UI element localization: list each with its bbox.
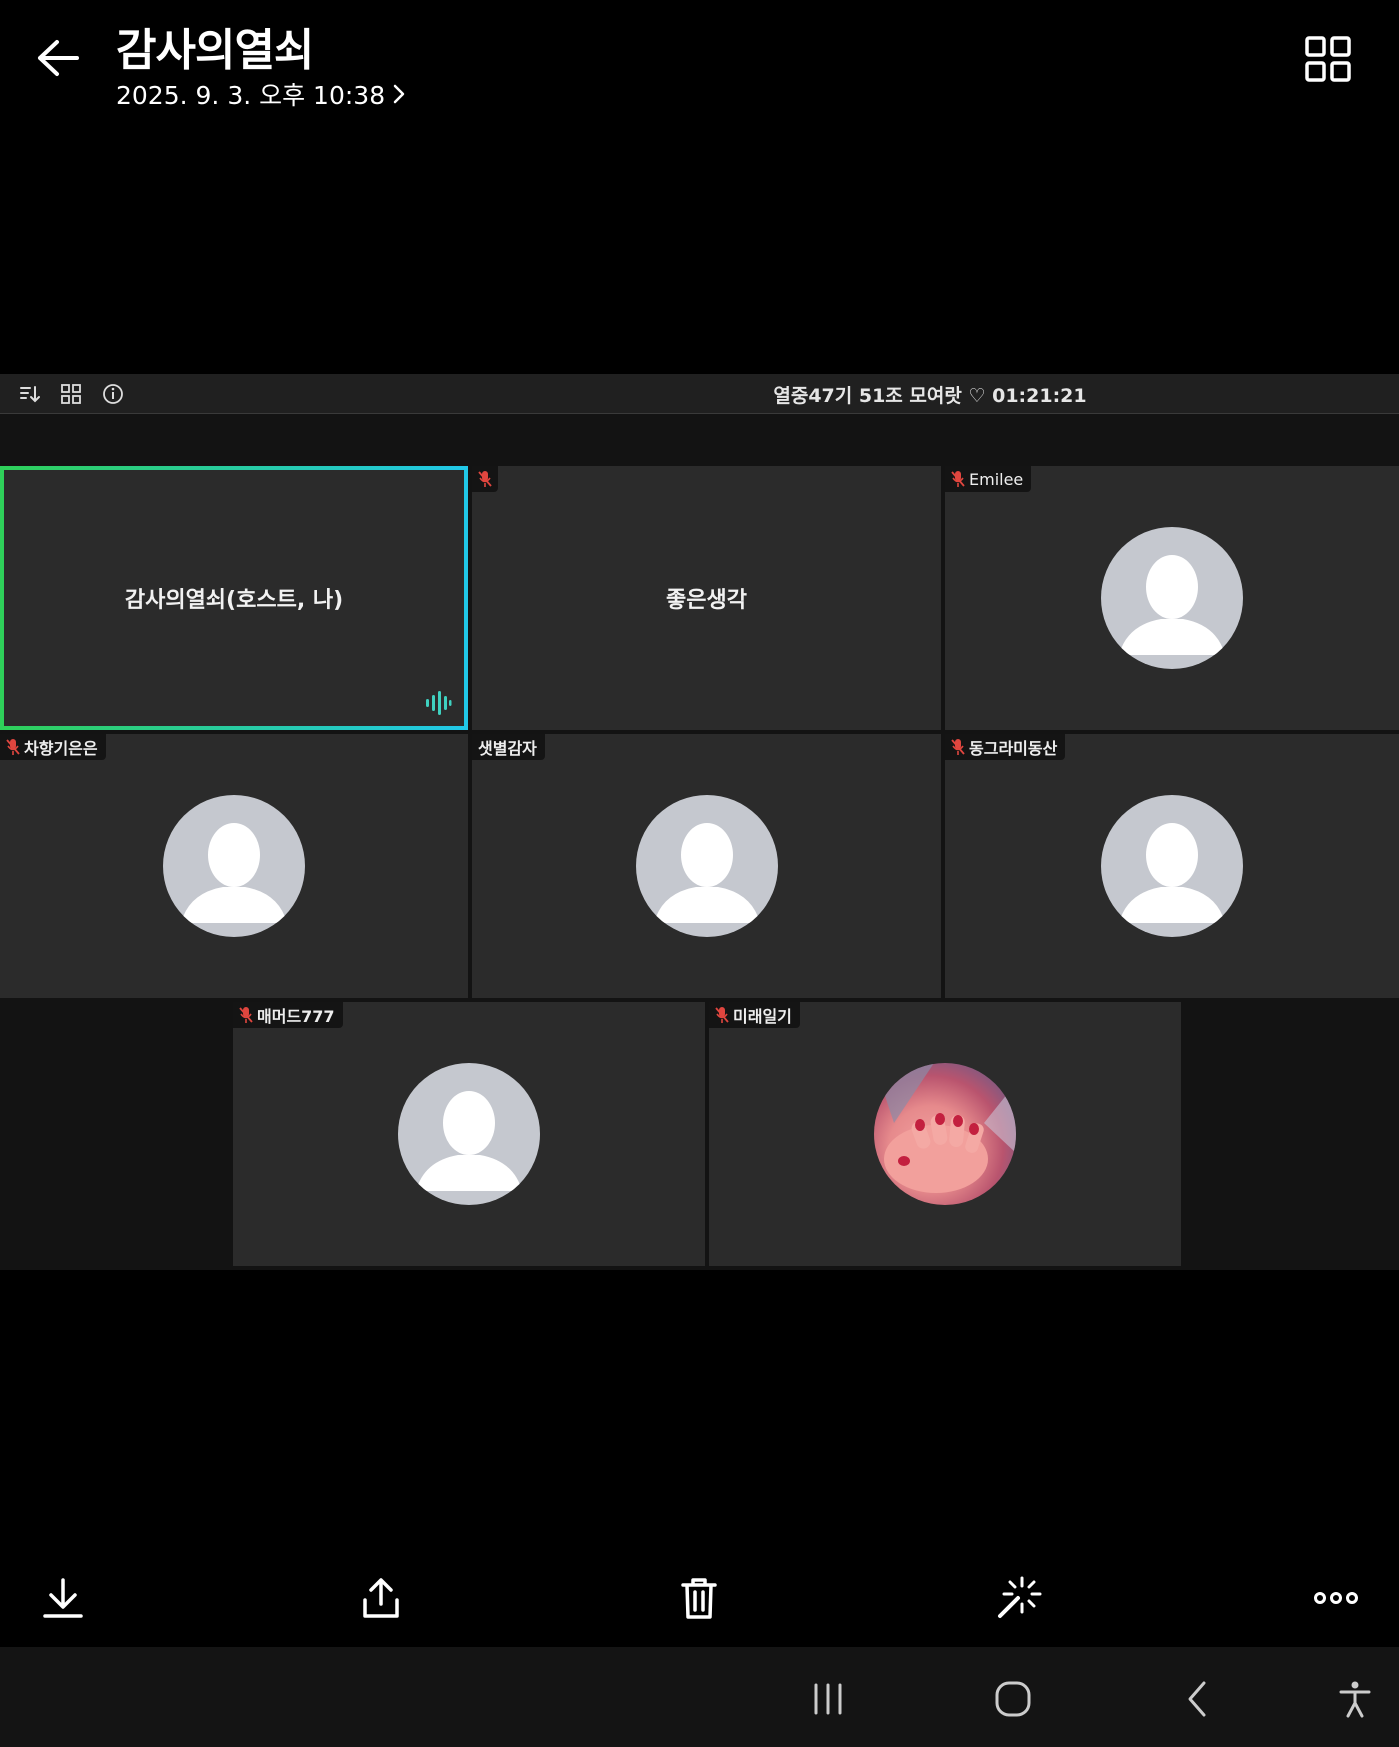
photo-action-bar bbox=[0, 1558, 1399, 1638]
trash-icon bbox=[681, 1578, 717, 1619]
back-button[interactable] bbox=[30, 30, 86, 86]
home-button[interactable] bbox=[985, 1671, 1041, 1727]
avatar bbox=[398, 1063, 540, 1205]
participant-name: 좋은생각 bbox=[666, 588, 747, 613]
page-title: 감사의열쇠 bbox=[116, 25, 314, 76]
download-icon bbox=[43, 1578, 83, 1618]
audio-level-icon bbox=[426, 691, 452, 715]
accessibility-icon bbox=[1339, 1681, 1371, 1718]
delete-button[interactable] bbox=[671, 1570, 727, 1626]
share-button[interactable] bbox=[353, 1570, 409, 1626]
default-user-icon bbox=[1119, 555, 1225, 655]
avatar bbox=[1101, 527, 1243, 669]
default-user-icon bbox=[416, 1091, 522, 1191]
meeting-title: 열중47기 51조 모여랏 ♡ 01:21:21 bbox=[773, 385, 1087, 407]
recent-apps-button[interactable] bbox=[800, 1671, 856, 1727]
participant-name: 동그라미동산 bbox=[969, 739, 1058, 758]
home-icon bbox=[995, 1681, 1031, 1717]
system-back-button[interactable] bbox=[1170, 1671, 1226, 1727]
participant-tile[interactable]: 동그라미동산 bbox=[945, 734, 1399, 998]
magic-wand-icon bbox=[998, 1576, 1042, 1618]
datetime-link[interactable]: 2025. 9. 3. 오후 10:38 bbox=[116, 76, 407, 112]
participant-tag: 차향기은은 bbox=[0, 734, 106, 760]
participant-tag: Emilee bbox=[945, 466, 1032, 492]
participant-tile[interactable]: Emilee bbox=[945, 466, 1399, 730]
mic-off-icon bbox=[478, 471, 492, 487]
more-options-button[interactable] bbox=[1308, 1570, 1364, 1626]
download-button[interactable] bbox=[35, 1570, 91, 1626]
layout-toggle-button[interactable] bbox=[1299, 32, 1359, 92]
participant-tile[interactable]: 차향기은은 bbox=[0, 734, 468, 998]
participant-name: 샛별감자 bbox=[478, 739, 537, 758]
hand-photo-icon bbox=[874, 1063, 1016, 1193]
participant-name: 매머드777 bbox=[257, 1007, 335, 1026]
avatar bbox=[1101, 795, 1243, 937]
participant-name: 미래일기 bbox=[733, 1007, 792, 1026]
participant-tile[interactable]: 감사의열쇠(호스트, 나) bbox=[0, 466, 468, 730]
participant-tag bbox=[472, 466, 498, 492]
mic-off-icon bbox=[951, 471, 965, 487]
participant-tile[interactable]: 좋은생각 bbox=[472, 466, 941, 730]
avatar bbox=[635, 795, 778, 937]
participant-tag: 샛별감자 bbox=[472, 734, 545, 760]
default-user-icon bbox=[653, 823, 760, 923]
datetime-text: 2025. 9. 3. 오후 10:38 bbox=[116, 81, 386, 110]
chevron-right-icon bbox=[393, 84, 405, 104]
participant-name: 차향기은은 bbox=[24, 739, 98, 758]
share-icon bbox=[363, 1578, 399, 1618]
participant-tile[interactable]: 샛별감자 bbox=[472, 734, 941, 998]
recent-apps-icon bbox=[814, 1683, 842, 1715]
meeting-toolbar: 열중47기 51조 모여랏 ♡ 01:21:21 bbox=[0, 374, 1399, 414]
mic-off-icon bbox=[6, 739, 20, 755]
participant-tile[interactable]: 미래일기 bbox=[709, 1002, 1181, 1266]
mic-off-icon bbox=[951, 739, 965, 755]
mic-off-icon bbox=[239, 1007, 253, 1023]
accessibility-button[interactable] bbox=[1327, 1671, 1383, 1727]
participant-name: Emilee bbox=[969, 469, 1024, 489]
edit-effects-button[interactable] bbox=[990, 1570, 1046, 1626]
avatar-photo bbox=[874, 1063, 1016, 1205]
viewer-header: 감사의열쇠 2025. 9. 3. 오후 10:38 bbox=[0, 0, 1399, 130]
participant-tag: 미래일기 bbox=[709, 1002, 800, 1028]
avatar bbox=[163, 795, 305, 937]
chevron-left-icon bbox=[1188, 1681, 1206, 1717]
system-navigation-bar bbox=[0, 1647, 1399, 1747]
grid-layout-icon bbox=[1305, 36, 1351, 82]
more-dots-icon bbox=[1314, 1592, 1358, 1604]
participant-name: 감사의열쇠(호스트, 나) bbox=[124, 588, 344, 613]
mic-off-icon bbox=[715, 1007, 729, 1023]
arrow-left-icon bbox=[38, 40, 79, 76]
participant-tile[interactable]: 매머드777 bbox=[233, 1002, 705, 1266]
participant-tag: 동그라미동산 bbox=[945, 734, 1066, 760]
participant-tag: 매머드777 bbox=[233, 1002, 343, 1028]
default-user-icon bbox=[181, 823, 287, 923]
default-user-icon bbox=[1119, 823, 1225, 923]
meeting-screenshot: 열중47기 51조 모여랏 ♡ 01:21:21 감사의열쇠(호스트, 나) 좋… bbox=[0, 374, 1399, 1270]
